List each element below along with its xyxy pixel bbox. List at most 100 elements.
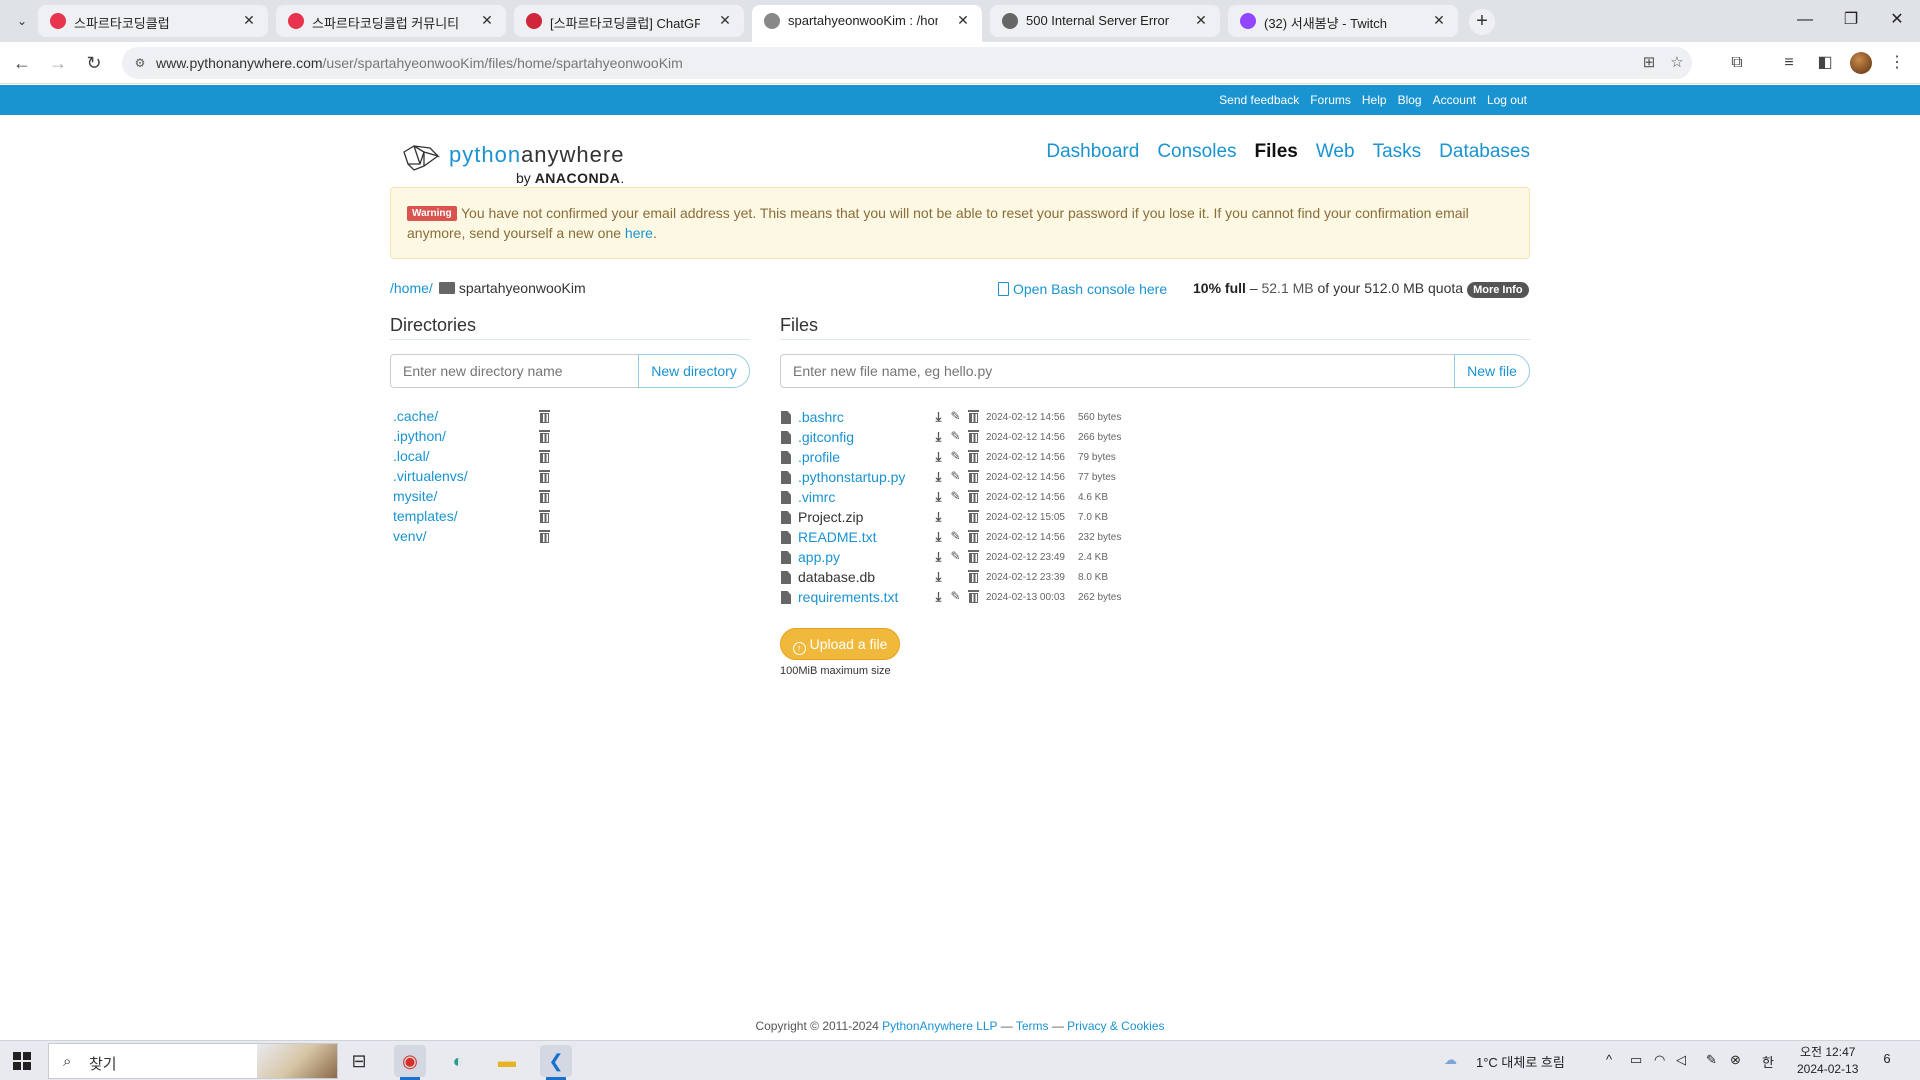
upload-file-button[interactable]: ↑ Upload a file [780, 628, 900, 660]
media-control-icon[interactable]: ≡ [1778, 52, 1800, 74]
edit-icon[interactable]: ✎ [949, 590, 962, 603]
tab-close-icon[interactable]: ✕ [478, 11, 496, 29]
tab-search-icon[interactable]: ⌄ [12, 11, 32, 31]
weather-icon[interactable]: ☁ [1444, 1052, 1457, 1068]
top-link[interactable]: Forums [1310, 93, 1351, 107]
delete-trash-icon[interactable] [968, 570, 979, 583]
weather-text[interactable]: 1°C 대체로 흐림 [1476, 1052, 1565, 1071]
edit-icon[interactable]: ✎ [949, 470, 962, 483]
file-name[interactable]: .vimrc [798, 489, 835, 505]
minimize-icon[interactable]: — [1790, 8, 1820, 32]
breadcrumb-home-link[interactable]: /home/ [390, 280, 433, 296]
download-icon[interactable]: ⤓ [932, 430, 945, 444]
chrome-taskbar-icon[interactable]: ◉ [394, 1045, 426, 1080]
directory-link[interactable]: templates/ [393, 508, 458, 524]
directory-link[interactable]: .cache/ [393, 408, 438, 424]
volume-icon[interactable]: ◁ [1676, 1052, 1686, 1068]
footer-company-link[interactable]: PythonAnywhere LLP [882, 1019, 997, 1033]
top-link[interactable]: Account [1433, 93, 1476, 107]
delete-trash-icon[interactable] [539, 470, 550, 483]
download-icon[interactable]: ⤓ [932, 410, 945, 424]
new-file-button[interactable]: New file [1454, 354, 1530, 388]
directory-link[interactable]: .virtualenvs/ [393, 468, 468, 484]
delete-trash-icon[interactable] [539, 430, 550, 443]
delete-trash-icon[interactable] [539, 490, 550, 503]
url-text[interactable]: www.pythonanywhere.com/user/spartahyeonw… [156, 55, 683, 71]
delete-trash-icon[interactable] [968, 530, 979, 543]
edit-icon[interactable]: ✎ [949, 410, 962, 423]
delete-trash-icon[interactable] [539, 510, 550, 523]
edit-icon[interactable]: ✎ [949, 450, 962, 463]
top-link[interactable]: Help [1362, 93, 1387, 107]
delete-trash-icon[interactable] [539, 530, 550, 543]
download-icon[interactable]: ⤓ [932, 490, 945, 504]
extensions-icon[interactable]: ⧉ [1726, 52, 1748, 74]
app-taskbar-icon[interactable]: ◐ [442, 1045, 474, 1077]
network-icon[interactable]: ◠ [1654, 1052, 1665, 1068]
download-icon[interactable]: ⤓ [932, 450, 945, 464]
footer-terms-link[interactable]: Terms [1016, 1019, 1049, 1033]
reload-icon[interactable]: ↻ [82, 51, 106, 75]
download-icon[interactable]: ⤓ [932, 470, 945, 484]
delete-trash-icon[interactable] [968, 410, 979, 423]
vscode-taskbar-icon[interactable]: ❮ [540, 1045, 572, 1080]
pythonanywhere-logo[interactable]: pythonanywhere by ANACONDA. [400, 138, 630, 190]
directory-link[interactable]: venv/ [393, 528, 426, 544]
nav-tasks[interactable]: Tasks [1373, 141, 1422, 162]
edit-icon[interactable]: ✎ [949, 490, 962, 503]
download-icon[interactable]: ⤓ [932, 550, 945, 564]
back-icon[interactable]: ← [10, 51, 34, 75]
footer-privacy-link[interactable]: Privacy & Cookies [1067, 1019, 1164, 1033]
tray-status-icon[interactable]: ⊗ [1730, 1052, 1741, 1068]
taskbar-clock[interactable]: 오전 12:47 2024-02-13 [1797, 1044, 1858, 1078]
notification-center-icon[interactable]: 6 [1877, 1051, 1897, 1071]
new-file-input[interactable] [780, 354, 1455, 388]
delete-trash-icon[interactable] [539, 410, 550, 423]
nav-dashboard[interactable]: Dashboard [1046, 141, 1139, 162]
delete-trash-icon[interactable] [539, 450, 550, 463]
browser-tab[interactable]: [스파르타코딩클럽] ChatGPT 를 ✕ [514, 5, 744, 37]
browser-tab[interactable]: (32) 서새봄냥 - Twitch ✕ [1228, 5, 1458, 37]
download-icon[interactable]: ⤓ [932, 530, 945, 544]
top-link[interactable]: Send feedback [1219, 93, 1299, 107]
download-icon[interactable]: ⤓ [932, 570, 945, 584]
side-panel-icon[interactable]: ◧ [1814, 52, 1836, 74]
tab-close-icon[interactable]: ✕ [954, 11, 972, 29]
address-bar[interactable]: ⚙ www.pythonanywhere.com/user/spartahyeo… [122, 47, 1692, 79]
new-directory-button[interactable]: New directory [638, 354, 750, 388]
open-bash-console-link[interactable]: Open Bash console here [998, 280, 1167, 297]
profile-avatar[interactable] [1850, 52, 1872, 74]
nav-databases[interactable]: Databases [1439, 141, 1530, 162]
tab-close-icon[interactable]: ✕ [240, 11, 258, 29]
file-name[interactable]: .bashrc [798, 409, 844, 425]
nav-files[interactable]: Files [1255, 141, 1298, 162]
tab-close-icon[interactable]: ✕ [716, 11, 734, 29]
file-name[interactable]: requirements.txt [798, 589, 898, 605]
pen-icon[interactable]: ✎ [1706, 1052, 1717, 1068]
directory-link[interactable]: mysite/ [393, 488, 437, 504]
delete-trash-icon[interactable] [968, 430, 979, 443]
delete-trash-icon[interactable] [968, 590, 979, 603]
tray-overflow-icon[interactable]: ^ [1606, 1052, 1612, 1067]
file-name[interactable]: .profile [798, 449, 840, 465]
taskbar-search-box[interactable]: ⌕ 찾기 [48, 1043, 338, 1079]
file-name[interactable]: app.py [798, 549, 840, 565]
browser-menu-icon[interactable]: ⋮ [1886, 52, 1908, 74]
delete-trash-icon[interactable] [968, 490, 979, 503]
edit-icon[interactable]: ✎ [949, 430, 962, 443]
ime-indicator[interactable]: 한 [1762, 1052, 1774, 1071]
file-explorer-icon[interactable]: ▬ [491, 1045, 523, 1077]
edit-icon[interactable]: ✎ [949, 530, 962, 543]
top-link[interactable]: Blog [1398, 93, 1422, 107]
browser-tab[interactable]: 스파르타코딩클럽 커뮤니티 | 스 ✕ [276, 5, 506, 37]
more-info-button[interactable]: More Info [1467, 282, 1529, 298]
browser-tab[interactable]: 500 Internal Server Error ✕ [990, 5, 1220, 37]
task-view-icon[interactable]: ⊟ [343, 1045, 375, 1077]
file-name[interactable]: README.txt [798, 529, 877, 545]
delete-trash-icon[interactable] [968, 510, 979, 523]
site-info-icon[interactable]: ⚙ [132, 55, 148, 71]
browser-tab[interactable]: spartahyeonwooKim : /home/s ✕ [752, 5, 982, 42]
nav-web[interactable]: Web [1316, 141, 1355, 162]
forward-icon[interactable]: → [46, 51, 70, 75]
directory-link[interactable]: .ipython/ [393, 428, 446, 444]
